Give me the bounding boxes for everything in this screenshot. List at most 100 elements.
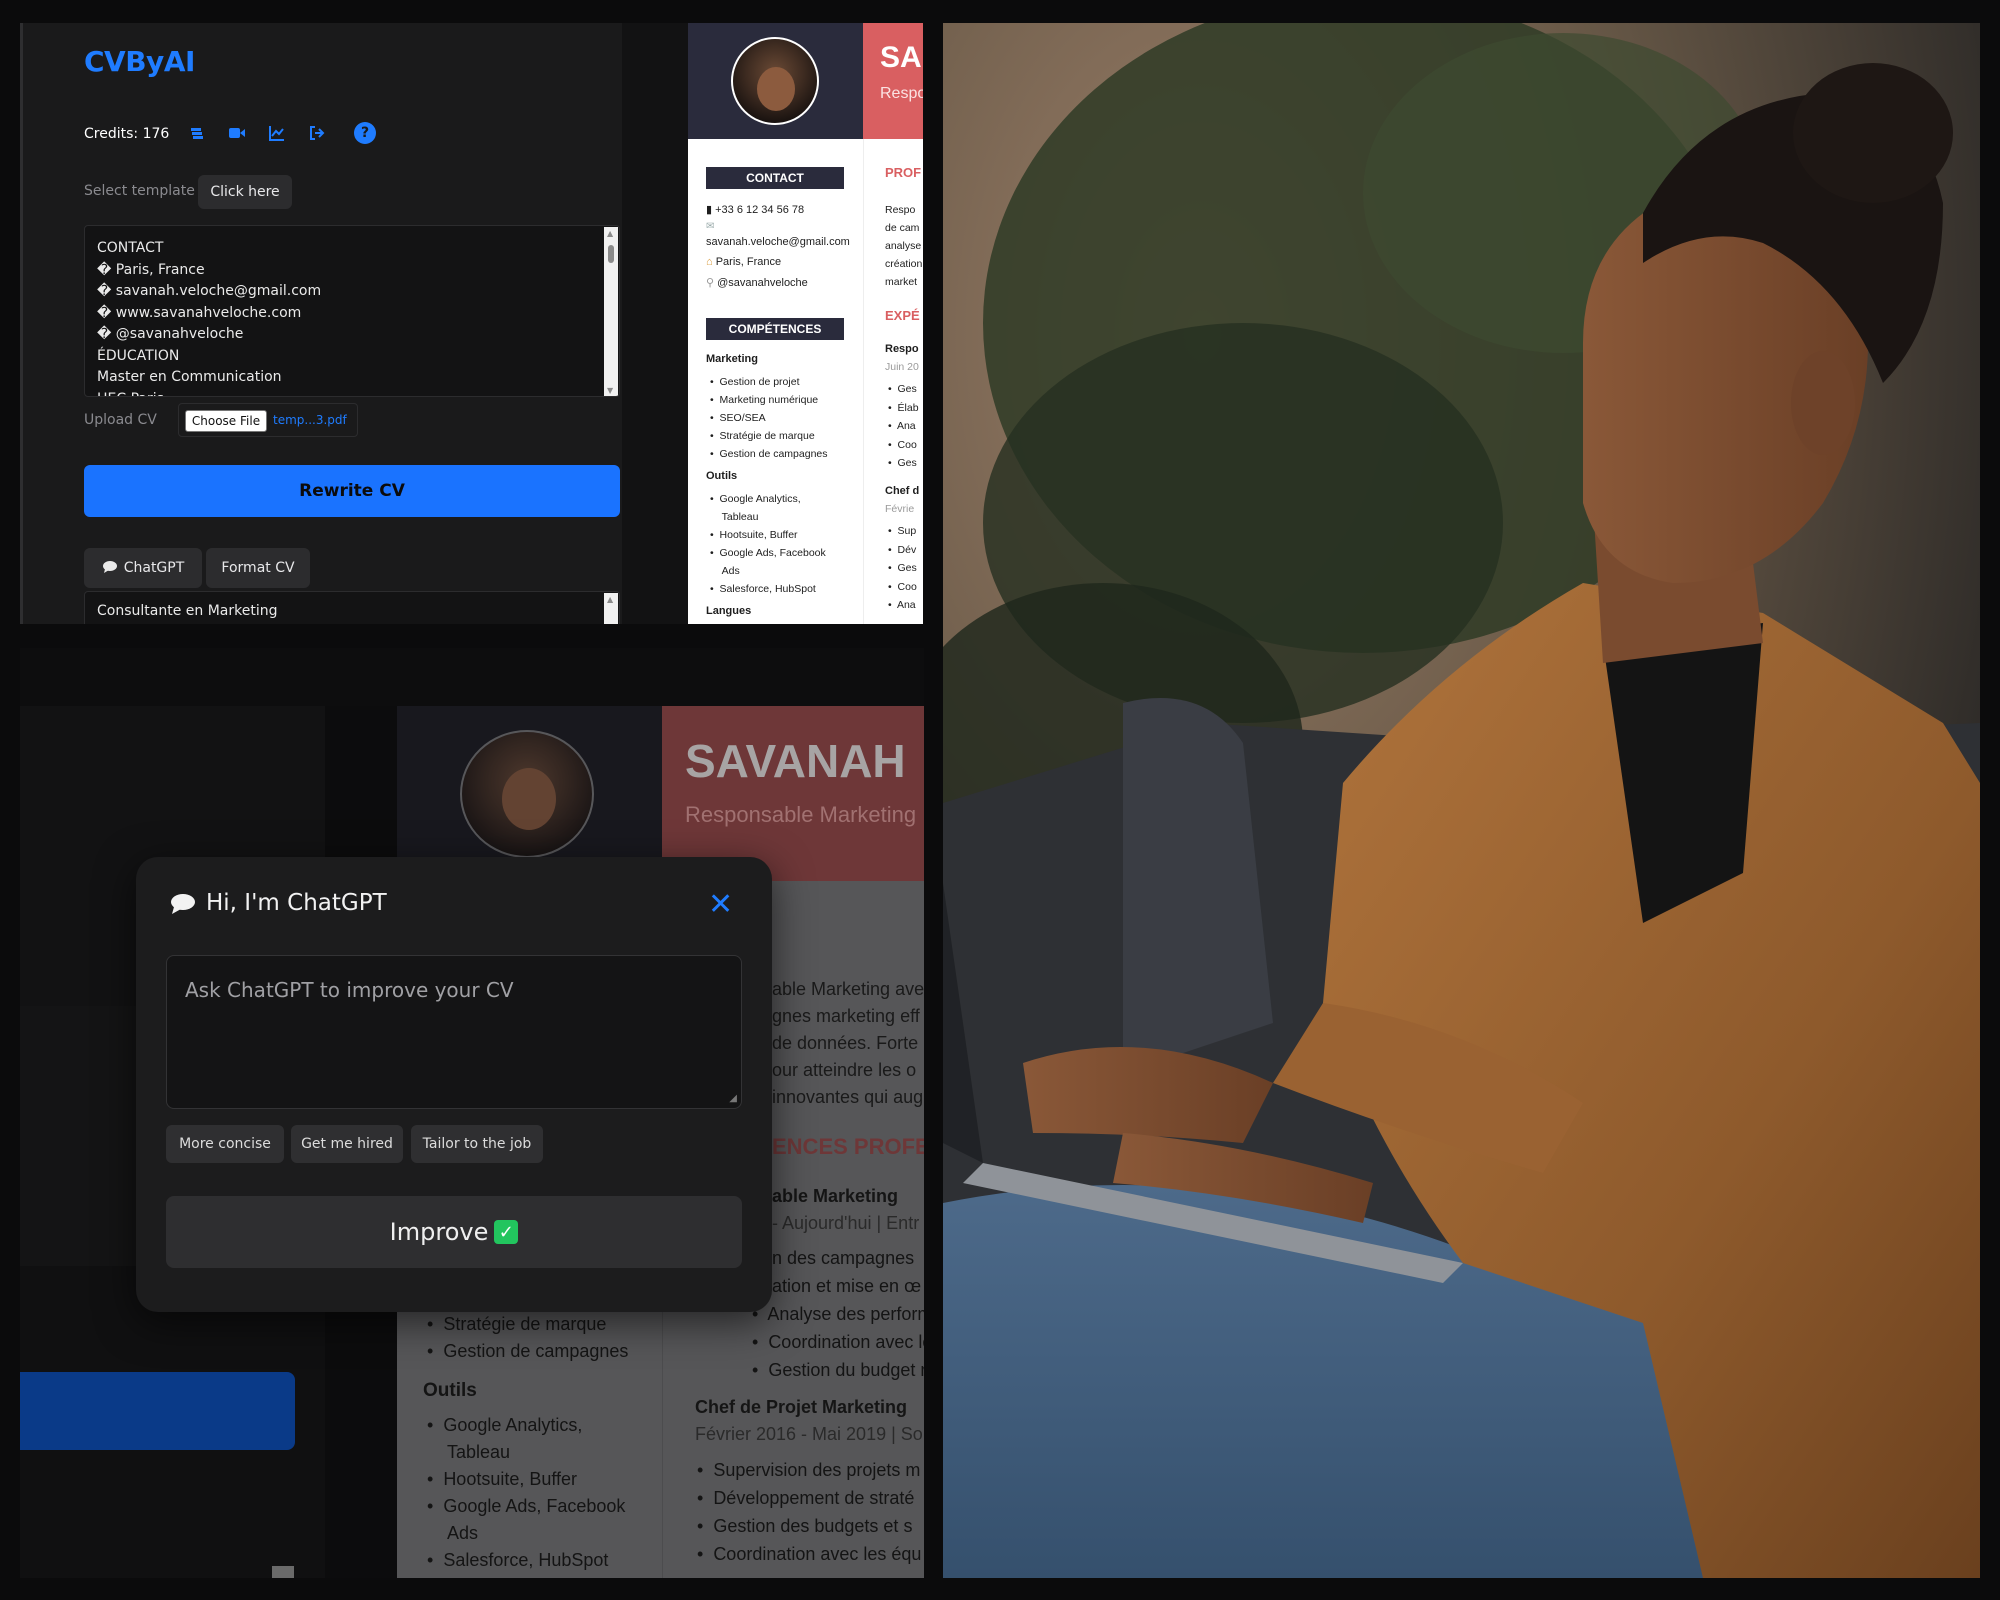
chat-bubble-icon — [170, 893, 196, 914]
scroll-thumb[interactable] — [608, 245, 614, 263]
list-item: • Dév — [888, 543, 917, 556]
modal-title: Hi, I'm ChatGPT — [206, 890, 387, 916]
app-gutter — [622, 23, 688, 624]
improve-label: Improve — [389, 1218, 489, 1246]
chip-more-concise[interactable]: More concise — [166, 1125, 284, 1163]
cv-contact-heading: CONTACT — [706, 167, 844, 189]
cv-text-editor[interactable]: CONTACT � Paris, France � savanah.veloch… — [84, 225, 620, 397]
dim-cv-name: SAVANAH — [685, 735, 906, 787]
resize-handle-icon[interactable]: ◢ — [729, 1093, 737, 1104]
list-item: Tableau — [447, 1442, 511, 1462]
list-item: • Sup — [888, 525, 917, 537]
list-item: • Coo — [888, 580, 917, 593]
list-item: • Développement de straté — [697, 1488, 915, 1508]
list-item: • Coordination avec les équ — [697, 1544, 922, 1564]
list-item: • Gestion de projet — [710, 376, 800, 388]
list-item: • Gestion de campagnes — [710, 448, 828, 460]
tab-chatgpt-label: ChatGPT — [123, 560, 185, 576]
cv-output-editor[interactable]: Consultante en Marketing ▲ — [84, 591, 620, 624]
avatar — [731, 37, 819, 125]
home-icon: ⌂ — [706, 256, 716, 268]
cv-job-bullets: • Sup • Dév • Ges • Coo • Ana — [888, 522, 917, 615]
cv-profile-text: Respo de cam analyse création market — [885, 204, 923, 288]
tab-format-cv[interactable]: Format CV — [206, 548, 310, 588]
cv-job-date: Juin 20 — [885, 361, 919, 373]
list-item: • Marketing numérique — [710, 394, 819, 406]
list-item: • Salesforce, HubSpot — [427, 1550, 609, 1570]
credits-stack-icon[interactable] — [185, 121, 209, 145]
cv-languages-heading: Langues — [706, 605, 752, 617]
video-icon[interactable] — [225, 121, 249, 145]
list-item: • Ana — [888, 599, 916, 611]
app-logo[interactable]: CVByAI — [84, 45, 195, 78]
choose-file-button[interactable]: Choose File — [185, 410, 267, 432]
cv-profile-heading: PROF — [885, 165, 922, 180]
cv-contact-location: ⌂ Paris, France — [706, 256, 782, 268]
cv-tools-list: • Google Analytics, Tableau • Hootsuite,… — [710, 490, 826, 598]
cv-text-line: CONTACT — [97, 240, 164, 256]
collage: CVByAI Credits: 176 ? Select template Cl… — [0, 0, 2000, 1600]
cv-name: SA — [880, 41, 922, 74]
dim-cv-tools-list: • Google Analytics, Tableau • Hootsuite,… — [427, 1412, 625, 1574]
dim-cv-role: Responsable Marketing — [685, 802, 917, 827]
app-left-edge — [20, 23, 23, 624]
help-icon[interactable]: ? — [354, 122, 376, 144]
cv-skill-group-title: Outils — [706, 470, 738, 482]
list-item: • Ges — [888, 383, 917, 395]
chat-bubble-icon — [102, 560, 118, 577]
dim-cv-job-bullets: • Supervision des projets m • Développem… — [697, 1456, 921, 1568]
list-item: • Élab — [888, 401, 919, 414]
list-item: • Hootsuite, Buffer — [710, 529, 798, 541]
list-item: • Ges — [888, 457, 917, 469]
list-item: • SEO/SEA — [710, 412, 766, 424]
dim-cv-job-date: - Aujourd'hui | Entr — [772, 1213, 920, 1233]
cv-job-title: Respo — [885, 343, 919, 355]
chip-tailor-to-job[interactable]: Tailor to the job — [411, 1125, 543, 1163]
cv-skill-list: • Gestion de projet • Marketing numériqu… — [710, 373, 828, 463]
list-item: • Gestion de campagnes — [427, 1341, 629, 1361]
scroll-down-arrow-icon[interactable]: ▼ — [607, 386, 613, 395]
scroll-up-arrow-icon[interactable]: ▲ — [607, 229, 613, 238]
list-item: • Salesforce, HubSpot — [710, 583, 816, 595]
chatgpt-modal: Hi, I'm ChatGPT ✕ Ask ChatGPT to improve… — [136, 857, 772, 1312]
chip-get-me-hired[interactable]: Get me hired — [291, 1125, 403, 1163]
editor-scrollbar[interactable]: ▲ ▼ — [604, 227, 618, 396]
list-item: • Supervision des projets m — [697, 1460, 921, 1480]
link-icon: ⚲ — [706, 277, 718, 289]
mail-icon: ✉ — [706, 221, 715, 232]
output-scrollbar[interactable]: ▲ — [604, 593, 618, 624]
chatgpt-prompt-input[interactable]: Ask ChatGPT to improve your CV ◢ — [166, 955, 742, 1109]
scroll-up-arrow-icon[interactable]: ▲ — [607, 595, 613, 604]
list-item: • Google Ads, Facebook — [427, 1496, 626, 1516]
rewrite-cv-button[interactable]: Rewrite CV — [84, 465, 620, 517]
logout-icon[interactable] — [305, 121, 329, 145]
upload-cv-label: Upload CV — [84, 412, 157, 428]
improve-button[interactable]: Improve ✓ — [166, 1196, 742, 1268]
cv-skill-group-title: Marketing — [706, 353, 758, 365]
dim-cv-job-date: Février 2016 - Mai 2019 | So — [695, 1424, 923, 1444]
dim-cv-experience-heading: ENCES PROFE — [772, 1134, 924, 1159]
check-mark-icon: ✓ — [494, 1220, 519, 1244]
list-item: • Analyse des performance — [752, 1304, 924, 1324]
credits-counter: Credits: 176 — [84, 126, 170, 142]
cv-experience-heading: EXPÉ — [885, 308, 920, 323]
dim-cv-skill-list: • Stratégie de marque • Gestion de campa… — [427, 1311, 628, 1365]
woman-with-laptop-photo — [943, 23, 1980, 1578]
file-upload-field[interactable]: Choose File temp...3.pdf — [178, 403, 358, 437]
cv-text-line: ÉDUCATION — [97, 347, 180, 364]
prompt-placeholder: Ask ChatGPT to improve your CV — [185, 978, 514, 1002]
cv-preview: SA Respo CONTACT ▮ +33 6 12 34 56 78 ✉ s… — [688, 23, 923, 624]
list-item: • Stratégie de marque — [427, 1314, 607, 1334]
dimmed-top-bar — [20, 648, 924, 706]
cv-text-line: Master en Communication — [97, 369, 282, 385]
list-item: • Stratégie de marque — [710, 430, 815, 442]
dim-cv-tools-heading: Outils — [423, 1380, 477, 1401]
chart-line-icon[interactable] — [265, 121, 289, 145]
cv-job-title: Chef d — [885, 485, 920, 497]
list-item: n des campagnes — [772, 1248, 915, 1268]
tab-chatgpt[interactable]: ChatGPT — [84, 548, 202, 588]
close-icon[interactable]: ✕ — [708, 887, 733, 922]
list-item: ation et mise en œ — [772, 1276, 922, 1296]
cv-skills-heading: COMPÉTENCES — [706, 318, 844, 340]
select-template-button[interactable]: Click here — [198, 175, 292, 209]
